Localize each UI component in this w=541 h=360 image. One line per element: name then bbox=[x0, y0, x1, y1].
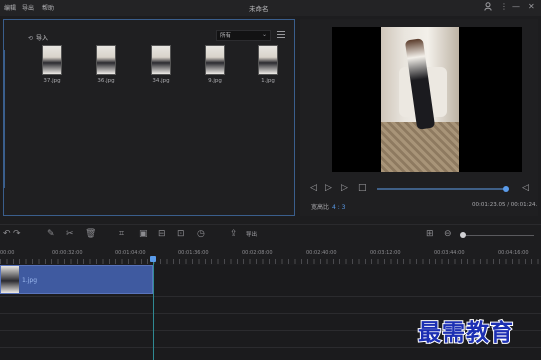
list-view-icon[interactable] bbox=[277, 31, 285, 39]
chevron-down-icon: ⌄ bbox=[261, 31, 267, 38]
thumbnail bbox=[42, 45, 62, 75]
track[interactable] bbox=[0, 348, 541, 360]
window-title: 未命名 bbox=[249, 5, 269, 13]
ruler-tick-label: 00:02:08:00 bbox=[242, 250, 273, 256]
fit-timeline-icon[interactable]: ⊞ bbox=[426, 229, 434, 239]
menu-help[interactable]: 帮助 bbox=[42, 3, 54, 12]
import-label: 导入 bbox=[36, 35, 49, 42]
playhead-handle[interactable] bbox=[150, 256, 156, 262]
previous-frame-icon[interactable]: ◁ bbox=[310, 183, 317, 193]
thumbnail bbox=[96, 45, 116, 75]
ruler-tick-label: 00:04:16:00 bbox=[498, 250, 529, 256]
panel-edge bbox=[3, 50, 5, 188]
delete-icon[interactable]: 🗑 bbox=[85, 229, 96, 239]
media-filename: 9.jpg bbox=[208, 78, 222, 84]
thumbnail bbox=[151, 45, 171, 75]
zoom-knob[interactable] bbox=[460, 232, 466, 238]
user-icon[interactable] bbox=[484, 2, 492, 14]
zoom-slider[interactable] bbox=[466, 235, 534, 236]
ruler-tick-label: 00:01:04:00 bbox=[115, 250, 146, 256]
resize-icon[interactable]: ▣ bbox=[139, 229, 148, 239]
aspect-ratio[interactable]: 宽高比 4 : 3 bbox=[311, 202, 346, 211]
export-label[interactable]: 导出 bbox=[246, 230, 257, 238]
media-filter-select[interactable]: 所有 ⌄ bbox=[216, 30, 271, 41]
thumbnail bbox=[258, 45, 278, 75]
progress-knob[interactable] bbox=[503, 186, 509, 192]
minimize-icon[interactable]: — bbox=[512, 2, 520, 12]
aspect-ratio-value[interactable]: 4 : 3 bbox=[332, 204, 345, 211]
ruler-tick-label: 00:00 bbox=[0, 250, 15, 256]
playhead[interactable] bbox=[153, 260, 154, 360]
ruler-tick-label: 00:01:36:00 bbox=[178, 250, 209, 256]
speed-icon[interactable]: ⊟ bbox=[158, 229, 166, 239]
ruler-tick-label: 00:03:44:00 bbox=[434, 250, 465, 256]
undo-icon[interactable]: ↶ bbox=[3, 229, 11, 239]
media-item[interactable]: 9.jpg bbox=[195, 45, 235, 84]
duration-icon[interactable]: ◷ bbox=[197, 229, 205, 239]
media-filename: 1.jpg bbox=[261, 78, 275, 84]
watermark: 最需教育 bbox=[417, 319, 514, 347]
ruler-tick-label: 00:02:40:00 bbox=[306, 250, 337, 256]
menu-edit[interactable]: 编辑 bbox=[4, 3, 16, 12]
title-bar: 编辑 导出 帮助 未命名 ⋮ — ✕ bbox=[0, 0, 541, 16]
stop-icon[interactable]: □ bbox=[358, 183, 367, 193]
menu-export[interactable]: 导出 bbox=[22, 3, 34, 12]
media-filename: 36.jpg bbox=[97, 78, 115, 84]
play-icon[interactable]: ▷ bbox=[325, 183, 332, 193]
import-button[interactable]: ⟲ 导入 bbox=[28, 33, 48, 42]
media-filename: 37.jpg bbox=[43, 78, 61, 84]
aspect-ratio-label: 宽高比 bbox=[311, 204, 330, 211]
media-item[interactable]: 34.jpg bbox=[141, 45, 181, 84]
redo-icon[interactable]: ↷ bbox=[13, 229, 21, 239]
media-item[interactable]: 36.jpg bbox=[86, 45, 126, 84]
import-icon: ⟲ bbox=[28, 35, 34, 42]
filter-value: 所有 bbox=[220, 33, 232, 39]
media-item[interactable]: 1.jpg bbox=[248, 45, 288, 84]
zoom-out-icon[interactable]: ⊖ bbox=[444, 229, 452, 239]
clip-label: 1.jpg bbox=[22, 277, 38, 284]
close-icon[interactable]: ✕ bbox=[528, 2, 535, 12]
edit-icon[interactable]: ✎ bbox=[47, 229, 55, 239]
media-item[interactable]: 37.jpg bbox=[32, 45, 72, 84]
media-library-panel: ⟲ 导入 所有 ⌄ 37.jpg 36.jpg 34.jpg 9.jpg 1.jp… bbox=[3, 19, 295, 216]
crop-icon[interactable]: ⌗ bbox=[119, 229, 124, 239]
ruler-ticks bbox=[0, 259, 541, 264]
export-icon[interactable]: ⇪ bbox=[230, 229, 238, 239]
more-icon[interactable]: ⋮ bbox=[500, 2, 508, 12]
preview-image bbox=[381, 27, 459, 172]
thumbnail bbox=[205, 45, 225, 75]
playback-progress-slider[interactable] bbox=[377, 186, 509, 192]
image-floor bbox=[381, 122, 459, 172]
media-filename: 34.jpg bbox=[152, 78, 170, 84]
volume-icon[interactable]: ◁ bbox=[522, 183, 529, 193]
mosaic-icon[interactable]: ⊡ bbox=[177, 229, 185, 239]
timecode: 00:01:23.05 / 00:01:24. bbox=[472, 202, 538, 208]
next-frame-icon[interactable]: ▷ bbox=[341, 183, 348, 193]
clip-thumbnail bbox=[1, 266, 19, 293]
split-icon[interactable]: ✂ bbox=[66, 229, 74, 239]
ruler-tick-label: 00:00:32:00 bbox=[52, 250, 83, 256]
track[interactable] bbox=[0, 297, 541, 314]
ruler-tick-label: 00:03:12:00 bbox=[370, 250, 401, 256]
